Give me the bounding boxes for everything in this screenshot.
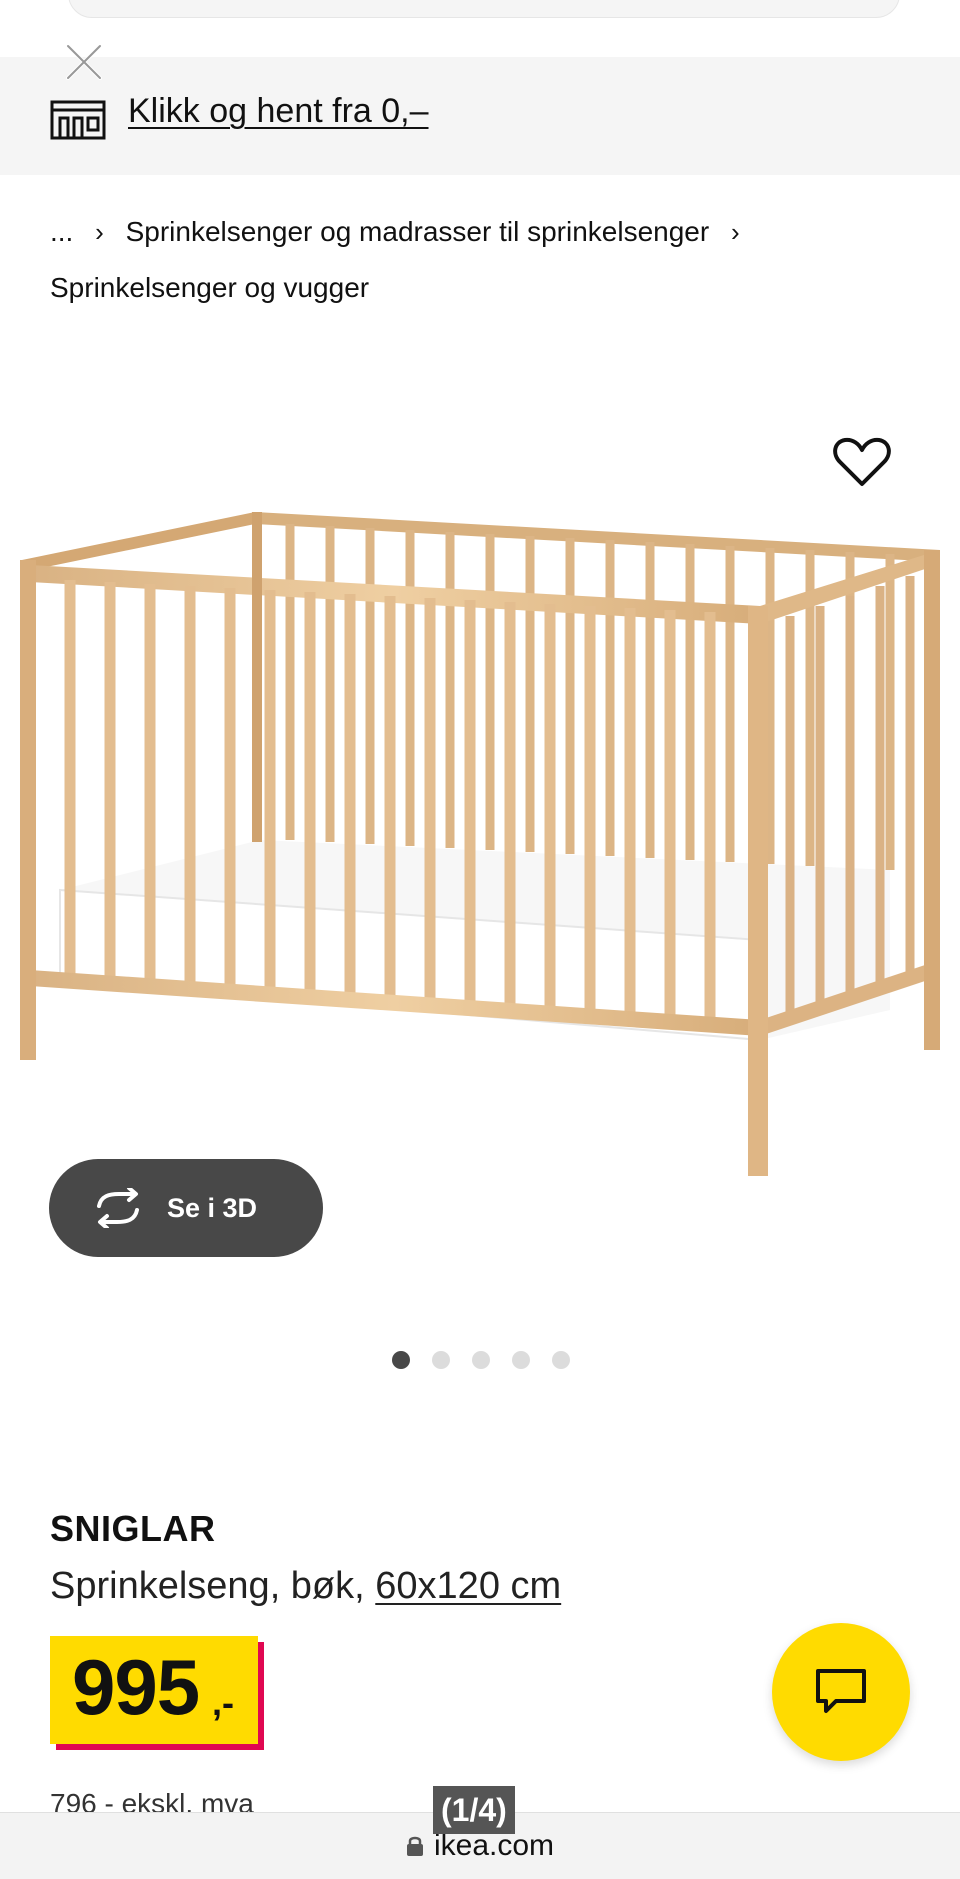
close-icon[interactable]: [62, 40, 106, 84]
chat-bubble-icon: [816, 1669, 866, 1713]
page-counter: (1/4): [433, 1786, 515, 1834]
gallery-dot[interactable]: [392, 1351, 410, 1369]
click-collect-link[interactable]: Klikk og hent fra 0,–: [128, 92, 429, 131]
breadcrumb: ... › Sprinkelsenger og madrasser til sp…: [50, 204, 930, 316]
view-3d-label: Se i 3D: [167, 1192, 258, 1223]
product-name: SNIGLAR: [50, 1508, 216, 1549]
chevron-right-icon: ›: [730, 217, 740, 247]
gallery-dot[interactable]: [432, 1351, 450, 1369]
gallery-dot[interactable]: [512, 1351, 530, 1369]
price-suffix: ,-: [212, 1682, 234, 1723]
rotate-3d-icon: [97, 1188, 139, 1228]
lock-icon: [406, 1836, 423, 1856]
product-type: Sprinkelseng, bøk,: [50, 1565, 365, 1607]
gallery-pagination: [392, 1351, 570, 1369]
heart-icon[interactable]: [832, 434, 892, 490]
product-size-link[interactable]: 60x120 cm: [375, 1565, 561, 1607]
product-image-crib[interactable]: [0, 420, 960, 1200]
price-value: 995: [72, 1643, 200, 1731]
breadcrumb-item-cribs-cradles[interactable]: Sprinkelsenger og vugger: [50, 272, 369, 303]
breadcrumb-ellipsis[interactable]: ...: [50, 216, 73, 247]
gallery-dot[interactable]: [472, 1351, 490, 1369]
view-3d-button[interactable]: Se i 3D: [49, 1159, 323, 1257]
search-bar[interactable]: [68, 0, 900, 18]
chat-button[interactable]: [772, 1623, 910, 1761]
product-description: Sprinkelseng, bøk, 60x120 cm: [50, 1565, 561, 1608]
price-tag: 995 ,-: [50, 1636, 258, 1744]
chevron-right-icon: ›: [95, 217, 104, 247]
breadcrumb-item-cribs-mattresses[interactable]: Sprinkelsenger og madrasser til sprinkel…: [126, 216, 710, 247]
store-pickup-icon: [50, 100, 106, 140]
gallery-dot[interactable]: [552, 1351, 570, 1369]
url-text: ikea.com: [433, 1829, 555, 1862]
